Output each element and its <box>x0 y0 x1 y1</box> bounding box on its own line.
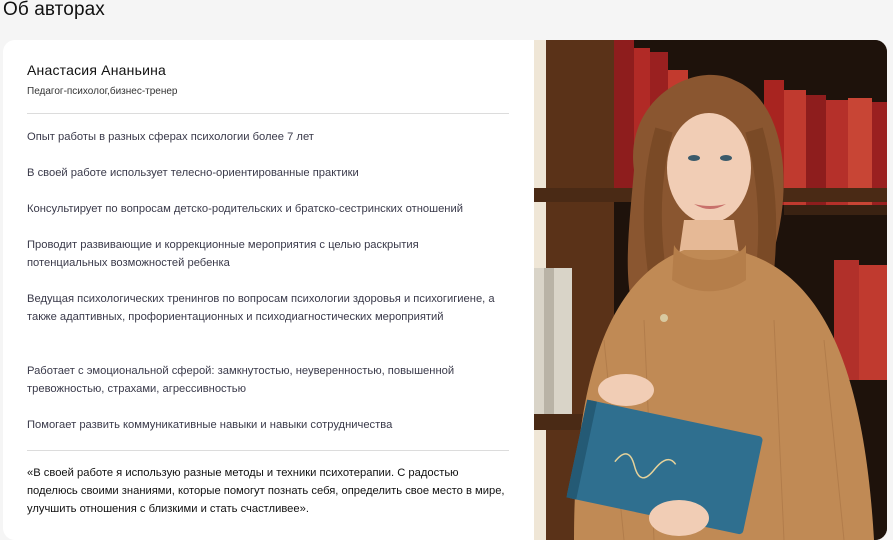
fact-item: Работает с эмоциональной сферой: замкнут… <box>27 365 455 395</box>
divider-bottom <box>27 450 509 451</box>
fact-item: Ведущая психологических тренингов по воп… <box>27 293 495 323</box>
fact-item: Опыт работы в разных сферах психологии б… <box>27 131 314 143</box>
author-photo <box>534 40 887 540</box>
author-role: Педагог-психолог,бизнес-тренер <box>27 86 178 97</box>
fact-item: Консультирует по вопросам детско-родител… <box>27 203 463 215</box>
author-name: Анастасия Ананьина <box>27 62 167 78</box>
fact-item: Проводит развивающие и коррекционные мер… <box>27 239 419 269</box>
fact-item: Помогает развить коммуникативные навыки … <box>27 419 393 431</box>
author-portrait-icon <box>534 40 887 540</box>
author-quote: «В своей работе я использую разные метод… <box>27 467 505 515</box>
section-title: Об авторах <box>3 0 105 20</box>
author-card: Анастасия Ананьина Педагог-психолог,бизн… <box>3 40 887 540</box>
fact-item: В своей работе использует телесно-ориент… <box>27 167 359 179</box>
divider-top <box>27 113 509 114</box>
